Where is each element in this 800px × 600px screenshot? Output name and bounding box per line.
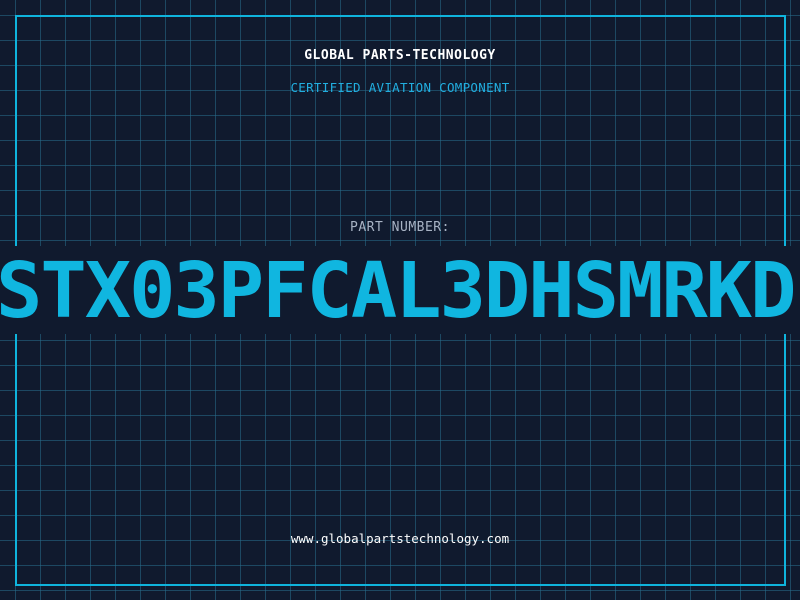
part-number-label: PART NUMBER: — [350, 220, 450, 235]
certification-subtitle: CERTIFIED AVIATION COMPONENT — [290, 80, 510, 95]
part-number-value: STX03PFCAL3DHSMRKD — [0, 247, 796, 336]
website-url: www.globalpartstechnology.com — [290, 531, 510, 546]
company-name: GLOBAL PARTS-TECHNOLOGY — [304, 48, 496, 63]
